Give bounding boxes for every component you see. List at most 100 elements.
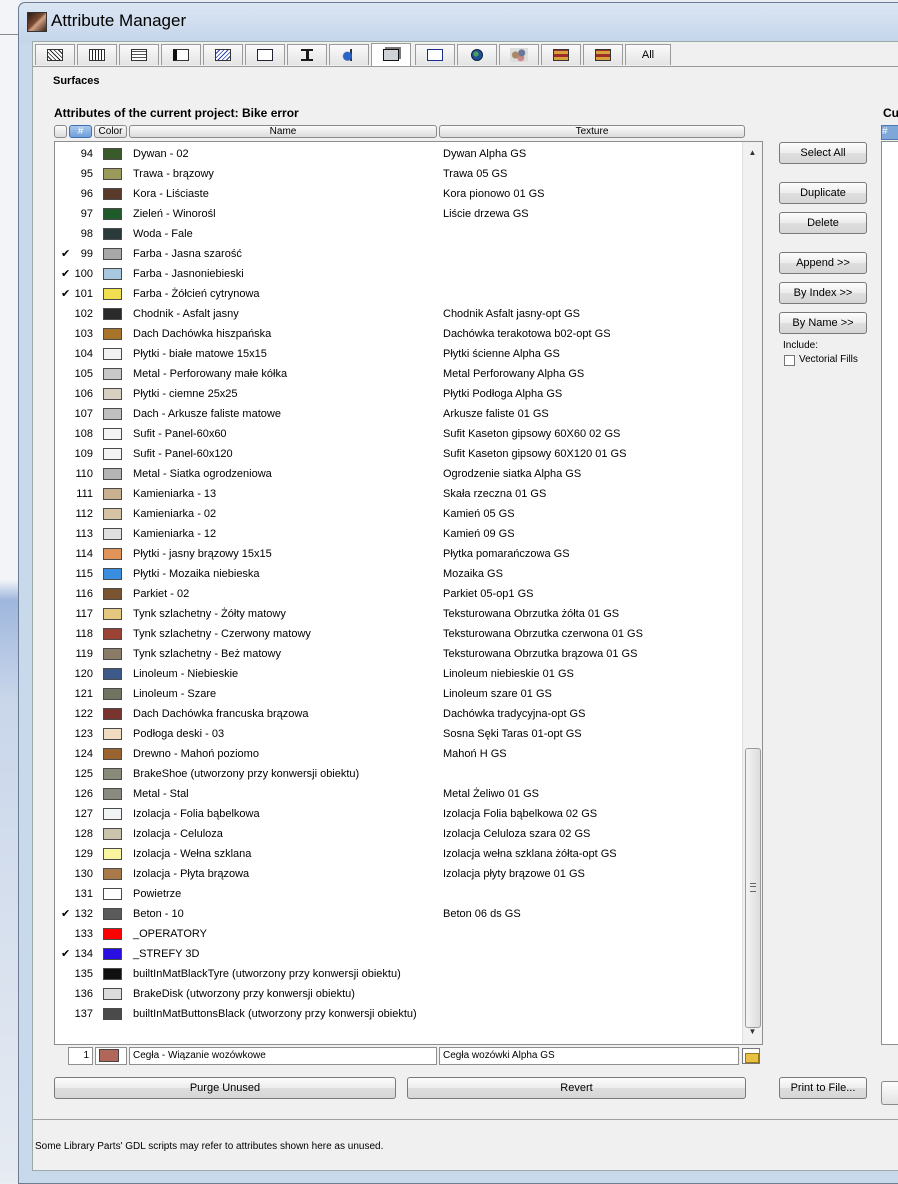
row-color-swatch[interactable] [103,508,122,520]
tab-zones[interactable] [287,44,327,65]
row-color-swatch[interactable] [103,908,122,920]
table-row[interactable]: 131 Powietrze [55,884,741,904]
table-row[interactable]: ✔ 100 Farba - Jasnoniebieski [55,264,741,284]
surfaces-list[interactable]: ▲ ▼ 94 Dywan - 02 Dywan Alpha GS 95 Trawa - … [54,141,763,1045]
table-row[interactable]: 105 Metal - Perforowany małe kółka Metal P… [55,364,741,384]
table-row[interactable]: 130 Izolacja - Płyta brązowa Izolacja płyt… [55,864,741,884]
row-color-swatch[interactable] [103,448,122,460]
column-header-name[interactable]: Name [129,125,437,138]
table-row[interactable]: 104 Płytki - białe matowe 15x15 Płytki ści… [55,344,741,364]
row-color-swatch[interactable] [103,968,122,980]
table-row[interactable]: 108 Sufit - Panel-60x60 Sufit Kaseton gips… [55,424,741,444]
column-header-color[interactable]: Color [94,125,127,138]
tab-renovation[interactable] [583,44,623,65]
table-row[interactable]: 125 BrakeShoe (utworzony przy konwersji o… [55,764,741,784]
table-row[interactable]: ✔ 132 Beton - 10 Beton 06 ds GS [55,904,741,924]
revert-button[interactable]: Revert [407,1077,746,1099]
row-color-swatch[interactable] [103,208,122,220]
table-row[interactable]: 117 Tynk szlachetny - Żółty matowy Tekstur… [55,604,741,624]
tab-layers[interactable] [35,44,75,65]
print-to-file-button[interactable]: Print to File... [779,1077,867,1099]
row-color-swatch[interactable] [103,648,122,660]
table-row[interactable]: 95 Trawa - brązowy Trawa 05 GS [55,164,741,184]
table-row[interactable]: 127 Izolacja - Folia bąbelkowa Izolacja Fo… [55,804,741,824]
row-color-swatch[interactable] [103,488,122,500]
row-color-swatch[interactable] [103,888,122,900]
column-header-index[interactable]: # [69,125,92,138]
row-color-swatch[interactable] [103,708,122,720]
table-row[interactable]: ✔ 134 _STREFY 3D [55,944,741,964]
table-row[interactable]: 97 Zieleń - Winorośl Liście drzewa GS [55,204,741,224]
row-color-swatch[interactable] [103,288,122,300]
row-color-swatch[interactable] [103,988,122,1000]
table-row[interactable]: 107 Dach - Arkusze faliste matowe Arkusze … [55,404,741,424]
append-button[interactable]: Append >> [779,252,867,274]
table-row[interactable]: 133 _OPERATORY [55,924,741,944]
by-index-button[interactable]: By Index >> [779,282,867,304]
row-color-swatch[interactable] [103,268,122,280]
row-color-swatch[interactable] [103,948,122,960]
duplicate-button[interactable]: Duplicate [779,182,867,204]
purge-unused-button[interactable]: Purge Unused [54,1077,396,1099]
right-panel-list[interactable] [881,141,898,1045]
folder-icon[interactable] [742,1048,760,1064]
table-row[interactable]: 121 Linoleum - Szare Linoleum szare 01 GS [55,684,741,704]
tab-line-types[interactable] [77,44,117,65]
table-row[interactable]: 137 builtInMatButtonsBlack (utworzony prz… [55,1004,741,1024]
row-color-swatch[interactable] [103,308,122,320]
row-color-swatch[interactable] [103,688,122,700]
tab-all[interactable]: All [625,44,671,65]
row-color-swatch[interactable] [103,368,122,380]
row-color-swatch[interactable] [103,668,122,680]
vertical-scrollbar[interactable]: ▲ ▼ [742,142,762,1044]
row-color-swatch[interactable] [103,748,122,760]
table-row[interactable]: 96 Kora - Liściaste Kora pionowo 01 GS [55,184,741,204]
table-row[interactable]: 98 Woda - Fale [55,224,741,244]
tab-fill-types[interactable] [119,44,159,65]
vectorial-fills-checkbox[interactable] [784,355,795,366]
table-row[interactable]: 123 Podłoga deski - 03 Sosna Sęki Taras 01… [55,724,741,744]
table-row[interactable]: 109 Sufit - Panel-60x120 Sufit Kaseton gip… [55,444,741,464]
row-color-swatch[interactable] [103,828,122,840]
tab-globe[interactable] [499,44,539,65]
title-bar[interactable]: Attribute Manager [19,3,898,43]
table-row[interactable]: 122 Dach Dachówka francuska brązowa Dachów… [55,704,741,724]
table-row[interactable]: 102 Chodnik - Asfalt jasny Chodnik Asfalt … [55,304,741,324]
row-color-swatch[interactable] [103,348,122,360]
row-color-swatch[interactable] [103,428,122,440]
row-color-swatch[interactable] [103,528,122,540]
edit-texture-field[interactable]: Cegła wozówki Alpha GS [439,1047,739,1065]
row-color-swatch[interactable] [103,848,122,860]
row-color-swatch[interactable] [103,388,122,400]
row-color-swatch[interactable] [103,248,122,260]
table-row[interactable]: 129 Izolacja - Wełna szklana Izolacja wełn… [55,844,741,864]
row-color-swatch[interactable] [103,188,122,200]
table-row[interactable]: 116 Parkiet - 02 Parkiet 05-op1 GS [55,584,741,604]
table-row[interactable]: 112 Kamieniarka - 02 Kamień 05 GS [55,504,741,524]
edit-name-field[interactable]: Cegła - Wiązanie wozówkowe [129,1047,437,1065]
row-color-swatch[interactable] [103,228,122,240]
tab-surfaces[interactable] [371,43,411,66]
table-row[interactable]: 103 Dach Dachówka hiszpańska Dachówka tera… [55,324,741,344]
row-color-swatch[interactable] [103,628,122,640]
row-color-swatch[interactable] [103,328,122,340]
scroll-up-arrow-icon[interactable]: ▲ [743,145,762,161]
tab-operation-profiles[interactable] [541,44,581,65]
table-row[interactable]: 111 Kamieniarka - 13 Skała rzeczna 01 GS [55,484,741,504]
row-color-swatch[interactable] [103,168,122,180]
table-row[interactable]: 119 Tynk szlachetny - Beż matowy Teksturow… [55,644,741,664]
table-row[interactable]: ✔ 99 Farba - Jasna szarość [55,244,741,264]
tab-composites[interactable] [203,44,243,65]
tab-pens[interactable] [161,44,201,65]
table-row[interactable]: 110 Metal - Siatka ogrodzeniowa Ogrodzenie… [55,464,741,484]
row-color-swatch[interactable] [103,868,122,880]
delete-button[interactable]: Delete [779,212,867,234]
table-row[interactable]: 136 BrakeDisk (utworzony przy konwersji o… [55,984,741,1004]
table-row[interactable]: 118 Tynk szlachetny - Czerwony matowy Teks… [55,624,741,644]
row-color-swatch[interactable] [103,808,122,820]
table-row[interactable]: 135 builtInMatBlackTyre (utworzony przy k… [55,964,741,984]
row-color-swatch[interactable] [103,588,122,600]
column-header-texture[interactable]: Texture [439,125,745,138]
table-row[interactable]: ✔ 101 Farba - Żółcień cytrynowa [55,284,741,304]
scroll-thumb[interactable] [745,748,761,1028]
